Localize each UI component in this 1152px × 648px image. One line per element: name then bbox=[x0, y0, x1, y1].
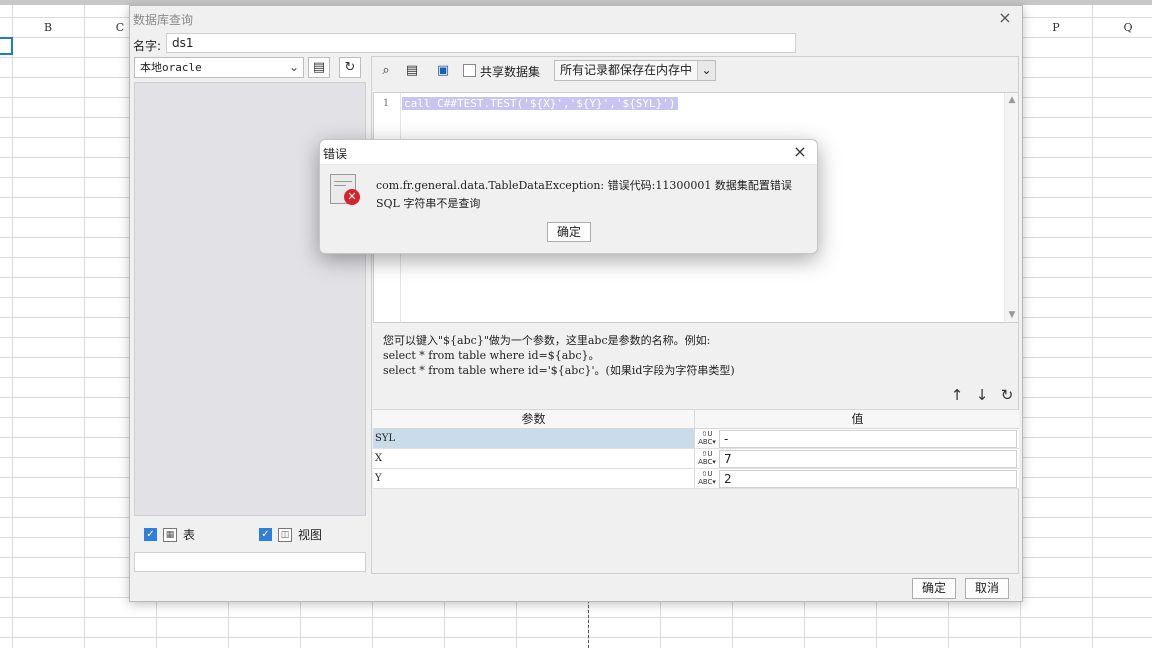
sql-text[interactable]: call C##TEST.TEST('${X}','${Y}','${SYL}'… bbox=[402, 97, 678, 110]
ok-button[interactable]: 确定 bbox=[912, 578, 956, 599]
error-message: com.fr.general.data.TableDataException: … bbox=[376, 179, 792, 192]
scroll-up-icon[interactable]: ▲ bbox=[1005, 93, 1019, 107]
sql-format-icon[interactable]: ▤ bbox=[403, 62, 421, 80]
move-down-icon[interactable]: ↓ bbox=[974, 386, 990, 404]
error-ok-button[interactable]: 确定 bbox=[547, 222, 591, 242]
memory-mode-value: 所有记录都保存在内存中 bbox=[560, 63, 693, 77]
sql-panel: ⌕ ▤ ▣ 共享数据集 所有记录都保存在内存中 ⌄ 1 call C##TEST… bbox=[371, 56, 1019, 574]
share-dataset-label: 共享数据集 bbox=[480, 65, 541, 79]
table-icon: ▦ bbox=[163, 527, 177, 542]
view-label: 视图 bbox=[298, 528, 323, 542]
error-titlebar: 错误 × bbox=[320, 140, 817, 165]
string-type-icon[interactable]: ⇧U ABC▾ bbox=[696, 449, 718, 468]
refresh-datasource-button[interactable]: ↻ bbox=[339, 57, 361, 78]
page-break-line bbox=[588, 600, 589, 648]
table-label: 表 bbox=[183, 528, 196, 542]
parameter-help: 您可以键入"${abc}"做为一个参数，这里abc是参数的名称。例如: sele… bbox=[383, 333, 735, 378]
help-line-2: select * from table where id=${abc}。 bbox=[383, 349, 600, 362]
view-checkbox[interactable]: ✓ bbox=[259, 528, 272, 541]
parameter-table-header: 参数 值 bbox=[373, 409, 1019, 429]
parameter-name[interactable]: X bbox=[373, 449, 695, 468]
chevron-down-icon: ⌄ bbox=[288, 60, 299, 74]
string-type-icon[interactable]: ⇧U ABC▾ bbox=[696, 429, 718, 448]
parameter-name[interactable]: Y bbox=[373, 469, 695, 488]
move-up-icon[interactable]: ↑ bbox=[949, 386, 965, 404]
scroll-down-icon[interactable]: ▼ bbox=[1005, 308, 1019, 322]
table-row[interactable]: SYL ⇧U ABC▾ - bbox=[373, 429, 1019, 449]
sql-toolbar: ⌕ ▤ ▣ 共享数据集 所有记录都保存在内存中 ⌄ bbox=[372, 57, 1020, 85]
schema-view-button[interactable]: ▤ bbox=[308, 57, 330, 78]
close-icon[interactable]: × bbox=[996, 9, 1014, 27]
close-icon[interactable]: × bbox=[791, 143, 809, 161]
datasource-value: 本地oracle bbox=[140, 61, 202, 74]
help-line-3: select * from table where id='${abc}'。(如… bbox=[383, 364, 735, 377]
refresh-icon: ↻ bbox=[344, 60, 356, 75]
chevron-down-icon: ⌄ bbox=[697, 61, 715, 80]
save-icon[interactable]: ▣ bbox=[434, 62, 452, 80]
column-header-b[interactable]: B bbox=[12, 17, 84, 39]
view-icon: ◫ bbox=[278, 527, 292, 542]
line-number: 1 bbox=[382, 98, 390, 109]
cancel-button[interactable]: 取消 bbox=[965, 578, 1009, 599]
error-title: 错误 bbox=[323, 147, 348, 161]
name-label: 名字: bbox=[133, 39, 162, 53]
datasource-panel: 本地oracle ⌄ ▤ ↻ ✓ ▦ 表 ✓ ◫ 视图 bbox=[134, 56, 366, 574]
help-line-1: 您可以键入"${abc}"做为一个参数，这里abc是参数的名称。例如: bbox=[383, 334, 711, 347]
show-tables-option[interactable]: ✓ ▦ 表 bbox=[144, 526, 195, 543]
column-header-p[interactable]: P bbox=[1020, 17, 1092, 39]
parameter-value-input[interactable]: 7 bbox=[719, 450, 1017, 468]
error-dialog: 错误 × ✕ com.fr.general.data.TableDataExce… bbox=[319, 139, 818, 254]
name-input[interactable]: ds1 bbox=[166, 33, 796, 53]
column-header-q[interactable]: Q bbox=[1092, 17, 1152, 39]
error-icon: ✕ bbox=[330, 174, 360, 208]
show-views-option[interactable]: ✓ ◫ 视图 bbox=[259, 526, 322, 543]
preview-icon[interactable]: ⌕ bbox=[377, 62, 395, 80]
table-filter-input[interactable] bbox=[134, 552, 366, 572]
table-row[interactable]: X ⇧U ABC▾ 7 bbox=[373, 449, 1019, 469]
header-value: 值 bbox=[851, 412, 864, 426]
dialog-title: 数据库查询 bbox=[133, 13, 194, 27]
table-search-icon: ▤ bbox=[312, 60, 326, 75]
parameter-name[interactable]: SYL bbox=[373, 429, 695, 448]
share-dataset-checkbox[interactable] bbox=[463, 64, 476, 77]
memory-mode-select[interactable]: 所有记录都保存在内存中 ⌄ bbox=[554, 60, 716, 81]
database-query-dialog: 数据库查询 × 名字: ds1 本地oracle ⌄ ▤ ↻ ✓ ▦ 表 ✓ ◫… bbox=[129, 5, 1023, 602]
header-parameter: 参数 bbox=[373, 410, 695, 429]
parameter-table: 参数 值 SYL ⇧U ABC▾ - X ⇧U ABC▾ 7 Y ⇧U ABC▾ 2 bbox=[373, 409, 1019, 489]
datasource-select[interactable]: 本地oracle ⌄ bbox=[134, 57, 304, 78]
parameter-value-input[interactable]: 2 bbox=[719, 470, 1017, 488]
parameter-value-input[interactable]: - bbox=[719, 430, 1017, 448]
refresh-parameters-icon[interactable]: ↻ bbox=[999, 386, 1015, 404]
table-row[interactable]: Y ⇧U ABC▾ 2 bbox=[373, 469, 1019, 489]
error-detail: SQL 字符串不是查询 bbox=[376, 197, 481, 210]
selected-cell-indicator bbox=[0, 37, 13, 55]
string-type-icon[interactable]: ⇧U ABC▾ bbox=[696, 469, 718, 488]
editor-scrollbar[interactable]: ▲ ▼ bbox=[1004, 93, 1018, 322]
table-checkbox[interactable]: ✓ bbox=[144, 528, 157, 541]
